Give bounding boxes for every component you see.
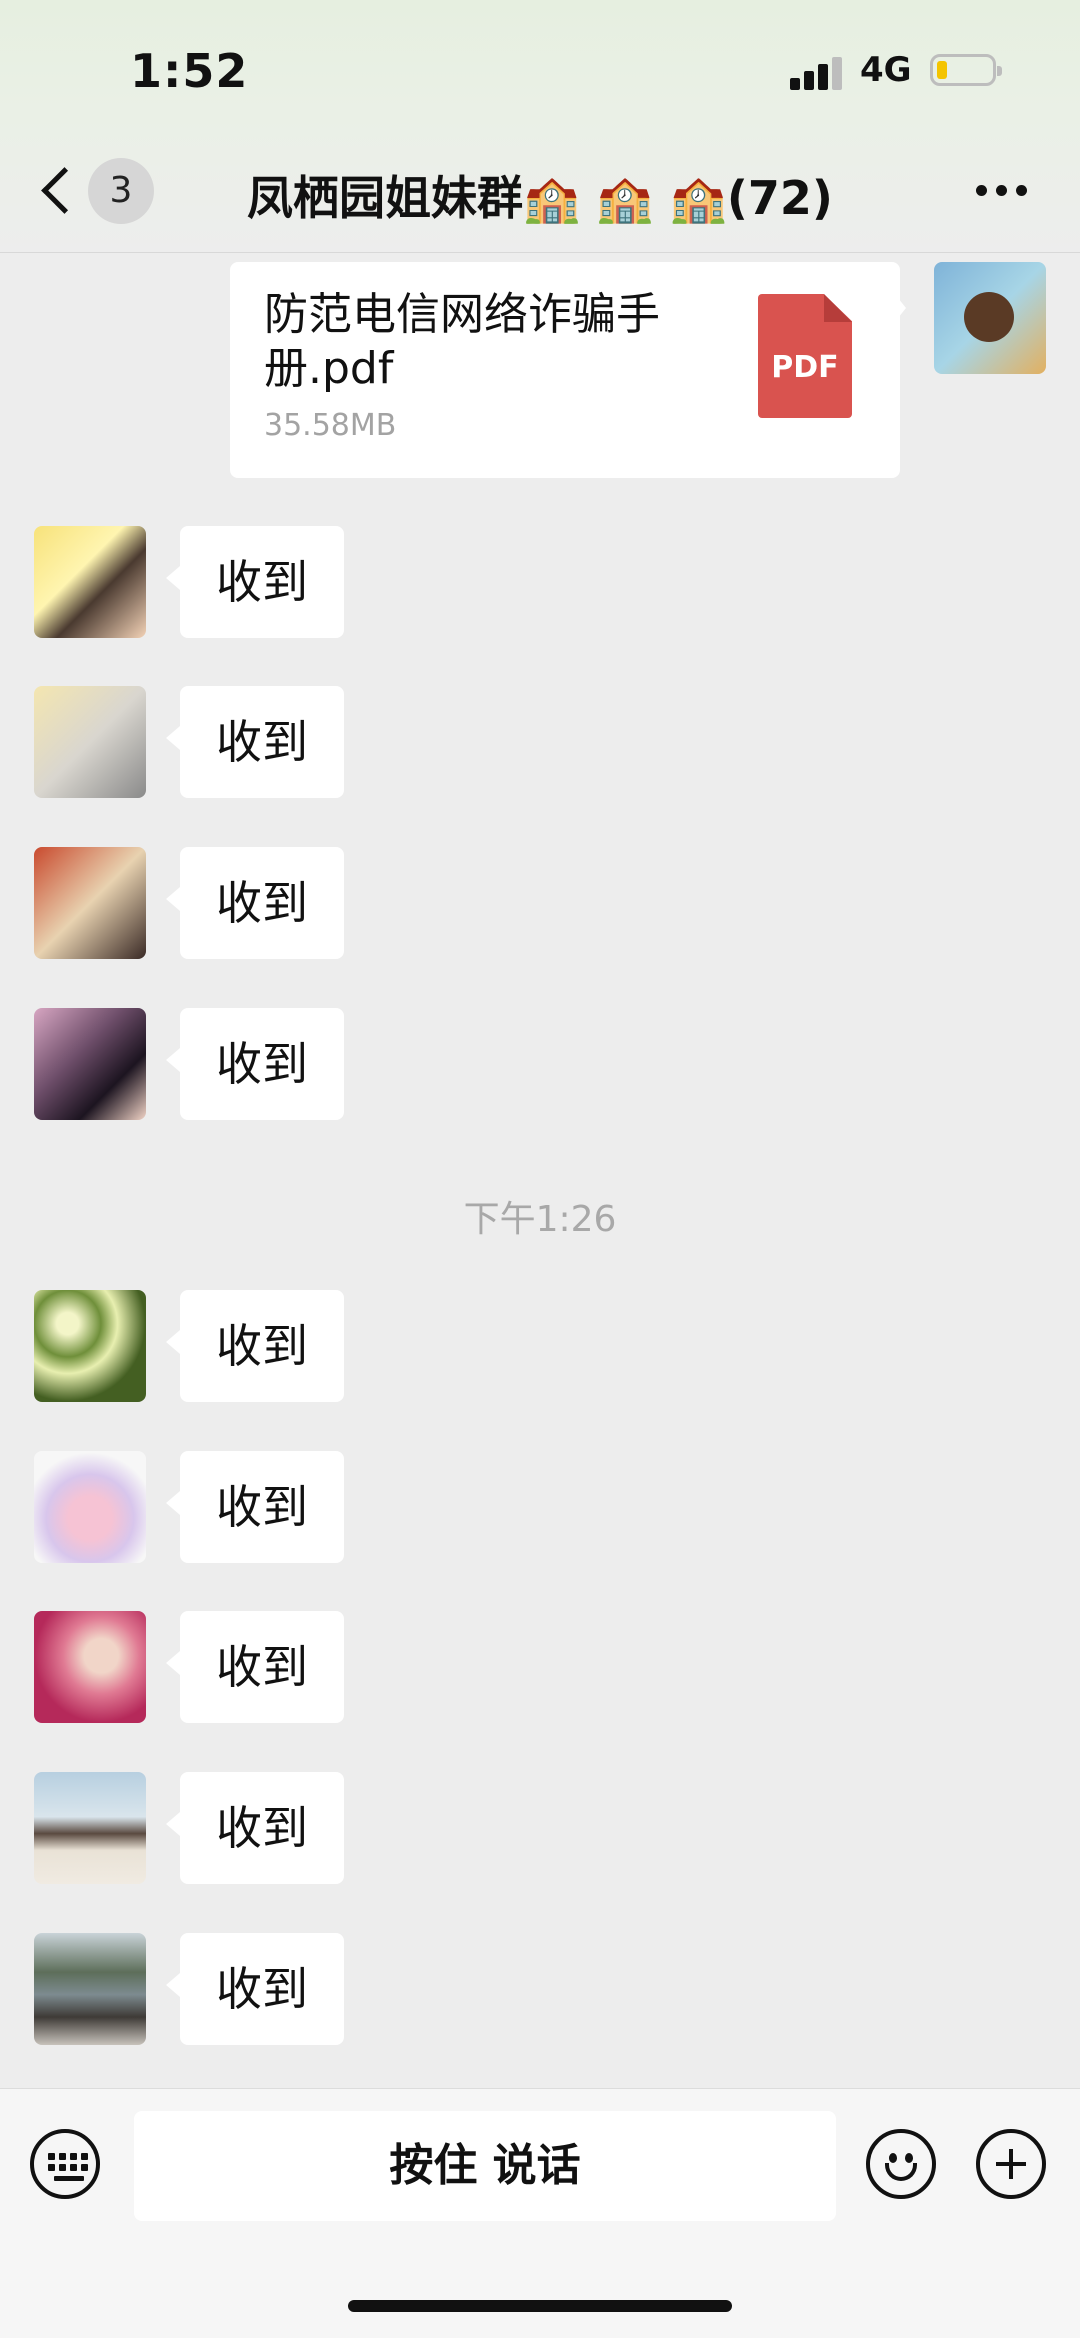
- avatar[interactable]: [34, 526, 146, 638]
- status-time: 1:52: [130, 44, 249, 98]
- file-size: 35.58MB: [264, 408, 397, 443]
- emoji-icon[interactable]: [866, 2129, 936, 2199]
- chat-message: 收到: [0, 1611, 1080, 1723]
- avatar[interactable]: [34, 1611, 146, 1723]
- network-type: 4G: [860, 50, 912, 90]
- message-bubble[interactable]: 收到: [166, 1008, 344, 1120]
- avatar[interactable]: [34, 1008, 146, 1120]
- chat-message: 收到: [0, 686, 1080, 798]
- time-separator: 下午1:26: [463, 1199, 617, 1240]
- avatar[interactable]: [34, 847, 146, 959]
- message-bubble[interactable]: 收到: [166, 526, 344, 638]
- message-bubble[interactable]: 收到: [166, 1772, 344, 1884]
- chat-message: 收到: [0, 1933, 1080, 2045]
- chat-message: 收到: [0, 526, 1080, 638]
- avatar[interactable]: [34, 1290, 146, 1402]
- message-bubble[interactable]: 收到: [166, 1451, 344, 1563]
- file-name: 防范电信网络诈骗手册.pdf: [264, 289, 660, 394]
- message-bubble[interactable]: 收到: [166, 1611, 344, 1723]
- my-avatar[interactable]: [934, 262, 1046, 374]
- chat-title: 凤栖园姐妹群🏫 🏫 🏫(72): [247, 171, 833, 225]
- message-bubble[interactable]: 收到: [166, 686, 344, 798]
- pdf-file-icon: PDF: [758, 294, 852, 418]
- chat-message: 收到: [0, 1772, 1080, 1884]
- chat-message: 收到: [0, 1008, 1080, 1120]
- message-bubble[interactable]: 收到: [166, 1290, 344, 1402]
- hold-to-talk-button[interactable]: 按住 说话: [134, 2111, 836, 2221]
- file-type-label: PDF: [771, 350, 839, 385]
- message-bubble[interactable]: 收到: [166, 847, 344, 959]
- avatar[interactable]: [34, 1772, 146, 1884]
- signal-icon: [790, 56, 846, 90]
- avatar[interactable]: [34, 1451, 146, 1563]
- more-ellipsis-icon[interactable]: [972, 168, 1032, 208]
- file-message-bubble[interactable]: 防范电信网络诈骗手册.pdf 35.58MB PDF: [230, 262, 906, 478]
- chat-message: 收到: [0, 1290, 1080, 1402]
- avatar[interactable]: [34, 686, 146, 798]
- top-bar: 1:52 4G 3 凤栖园姐妹群🏫 🏫 🏫(72): [0, 0, 1080, 253]
- battery-icon: [930, 54, 1002, 86]
- chat-message: 收到: [0, 1451, 1080, 1563]
- keyboard-icon[interactable]: [30, 2129, 100, 2199]
- message-bubble[interactable]: 收到: [166, 1933, 344, 2045]
- avatar[interactable]: [34, 1933, 146, 2045]
- plus-icon[interactable]: [976, 2129, 1046, 2199]
- chat-message: 收到: [0, 847, 1080, 959]
- home-indicator[interactable]: [348, 2300, 732, 2312]
